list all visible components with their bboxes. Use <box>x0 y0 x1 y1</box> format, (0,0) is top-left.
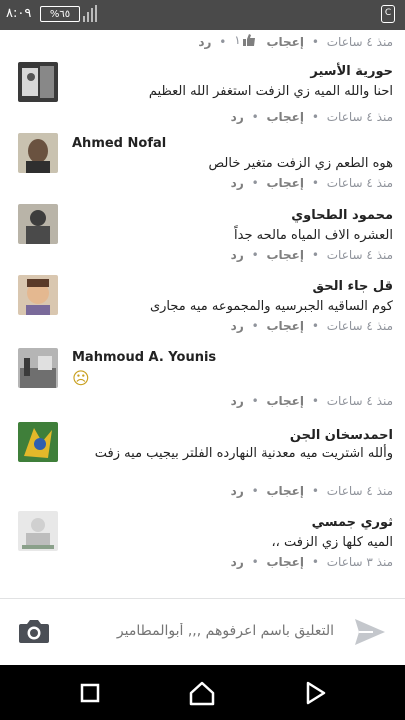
comment-item: ثوري جمسي الميه كلها زي الزفت ،، منذ ٣ س… <box>0 509 405 579</box>
like-button[interactable]: إعجاب <box>266 248 304 262</box>
comment-time: منذ ٤ ساعات <box>326 319 393 333</box>
comment-item: احمدسخان الجن وألله اشتريت ميه معدنية ال… <box>0 418 405 503</box>
send-icon[interactable] <box>353 617 387 647</box>
commenter-name[interactable]: محمود الطحاوي <box>291 208 393 223</box>
comment-text: هوه الطعم زي الزفت متغير خالص <box>208 156 393 171</box>
comment-meta: منذ ٤ ساعات • إعجاب • رد <box>230 248 393 262</box>
reply-button[interactable]: رد <box>231 484 244 498</box>
avatar[interactable] <box>18 348 58 388</box>
comment-meta: منذ ٤ ساعات • إعجاب ١ • رد <box>198 33 393 49</box>
comment-time: منذ ٤ ساعات <box>326 394 393 408</box>
commenter-name[interactable]: قل جاء الحق <box>313 279 394 294</box>
reply-button[interactable]: رد <box>231 394 244 408</box>
comment-meta: منذ ٤ ساعات • إعجاب • رد <box>230 176 393 190</box>
comment-composer <box>0 598 405 666</box>
reply-button[interactable]: رد <box>231 248 244 262</box>
thumbs-up-icon <box>242 34 255 46</box>
comment-time: منذ ٣ ساعات <box>326 555 393 569</box>
comment-text: الميه كلها زي الزفت ،، <box>271 535 393 550</box>
like-button[interactable]: إعجاب <box>266 176 304 190</box>
like-button[interactable]: إعجاب <box>266 110 304 124</box>
sad-emoji-icon: ☹ <box>72 369 90 389</box>
reply-button[interactable]: رد <box>231 110 244 124</box>
commenter-name[interactable]: Mahmoud A. Younis <box>72 350 216 365</box>
avatar[interactable] <box>18 133 58 173</box>
commenter-name[interactable]: حورية الأسير <box>310 64 393 79</box>
like-count: ١ <box>234 33 255 47</box>
reply-button[interactable]: رد <box>231 555 244 569</box>
recent-apps-icon[interactable] <box>75 678 105 708</box>
comment-time: منذ ٤ ساعات <box>326 248 393 262</box>
comment-text: وألله اشتريت ميه معدنية النهارده الفلتر … <box>94 446 393 461</box>
comment-meta: منذ ٣ ساعات • إعجاب • رد <box>230 555 393 569</box>
commenter-name[interactable]: ثوري جمسي <box>312 515 393 530</box>
comment-meta: منذ ٤ ساعات • إعجاب • رد <box>230 394 393 408</box>
reply-button[interactable]: رد <box>198 35 211 49</box>
avatar[interactable] <box>18 422 58 462</box>
avatar[interactable] <box>18 204 58 244</box>
comment-time: منذ ٤ ساعات <box>326 35 393 49</box>
comment-item: حورية الأسير احنا والله الميه زي الزفت ا… <box>0 60 405 130</box>
signal-icon <box>83 5 97 22</box>
comment-item: محمود الطحاوي العشره الاف المياه مالحه ج… <box>0 202 405 272</box>
like-button[interactable]: إعجاب <box>266 35 304 49</box>
comment-time: منذ ٤ ساعات <box>326 484 393 498</box>
notification-app-icon: C <box>381 5 395 23</box>
comment-text: كوم الساقيه الجبرسيه والمجموعه ميه مجارى <box>149 299 393 314</box>
comment-item: قل جاء الحق كوم الساقيه الجبرسيه والمجمو… <box>0 273 405 343</box>
comment-text: العشره الاف المياه مالحه جداً <box>234 228 393 243</box>
reply-button[interactable]: رد <box>231 319 244 333</box>
avatar[interactable] <box>18 275 58 315</box>
status-bar: ٨:٠٩ %٦٥ C <box>0 0 405 30</box>
status-time: ٨:٠٩ <box>6 6 32 21</box>
like-button[interactable]: إعجاب <box>266 319 304 333</box>
back-icon[interactable] <box>300 678 330 708</box>
comment-input[interactable] <box>100 615 336 647</box>
camera-icon[interactable] <box>18 617 50 645</box>
commenter-name[interactable]: Ahmed Nofal <box>72 136 166 151</box>
comment-item: Ahmed Nofal هوه الطعم زي الزفت متغير خال… <box>0 130 405 205</box>
like-button[interactable]: إعجاب <box>266 394 304 408</box>
battery-indicator: %٦٥ <box>40 6 80 22</box>
comment-time: منذ ٤ ساعات <box>326 110 393 124</box>
comment-time: منذ ٤ ساعات <box>326 176 393 190</box>
reply-button[interactable]: رد <box>231 176 244 190</box>
commenter-name[interactable]: احمدسخان الجن <box>290 428 393 443</box>
like-button[interactable]: إعجاب <box>266 555 304 569</box>
comment-meta: منذ ٤ ساعات • إعجاب • رد <box>230 319 393 333</box>
avatar[interactable] <box>18 511 58 551</box>
comment-meta: منذ ٤ ساعات • إعجاب • رد <box>230 484 393 498</box>
home-icon[interactable] <box>187 678 217 708</box>
comment-meta: منذ ٤ ساعات • إعجاب • رد <box>230 110 393 124</box>
comments-list[interactable]: منذ ٤ ساعات • إعجاب ١ • رد حورية الأسير … <box>0 30 405 665</box>
android-nav-bar <box>0 665 405 720</box>
avatar[interactable] <box>18 62 58 102</box>
comment-item: Mahmoud A. Younis ☹ منذ ٤ ساعات • إعجاب … <box>0 346 405 416</box>
like-button[interactable]: إعجاب <box>266 484 304 498</box>
comment-text: احنا والله الميه زي الزفت استغفر الله ال… <box>148 84 393 99</box>
